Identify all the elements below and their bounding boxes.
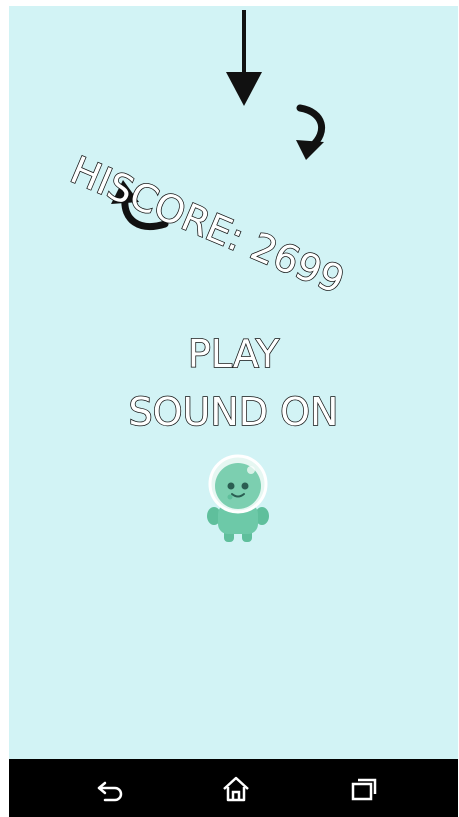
alien-character-icon [207,454,269,542]
navigation-bar [9,759,458,817]
game-screen: HISCORE: 2699 PLAY SOUND ON [9,6,458,759]
down-arrow-icon [226,10,262,106]
hiscore-label: HISCORE: 2699 [64,147,352,303]
back-icon[interactable] [95,775,125,803]
curved-arrow-icon [296,104,325,160]
recent-apps-icon[interactable] [349,775,379,803]
home-icon[interactable] [221,775,251,803]
sound-toggle-button[interactable]: SOUND ON [9,389,458,435]
play-button[interactable]: PLAY [9,331,458,377]
